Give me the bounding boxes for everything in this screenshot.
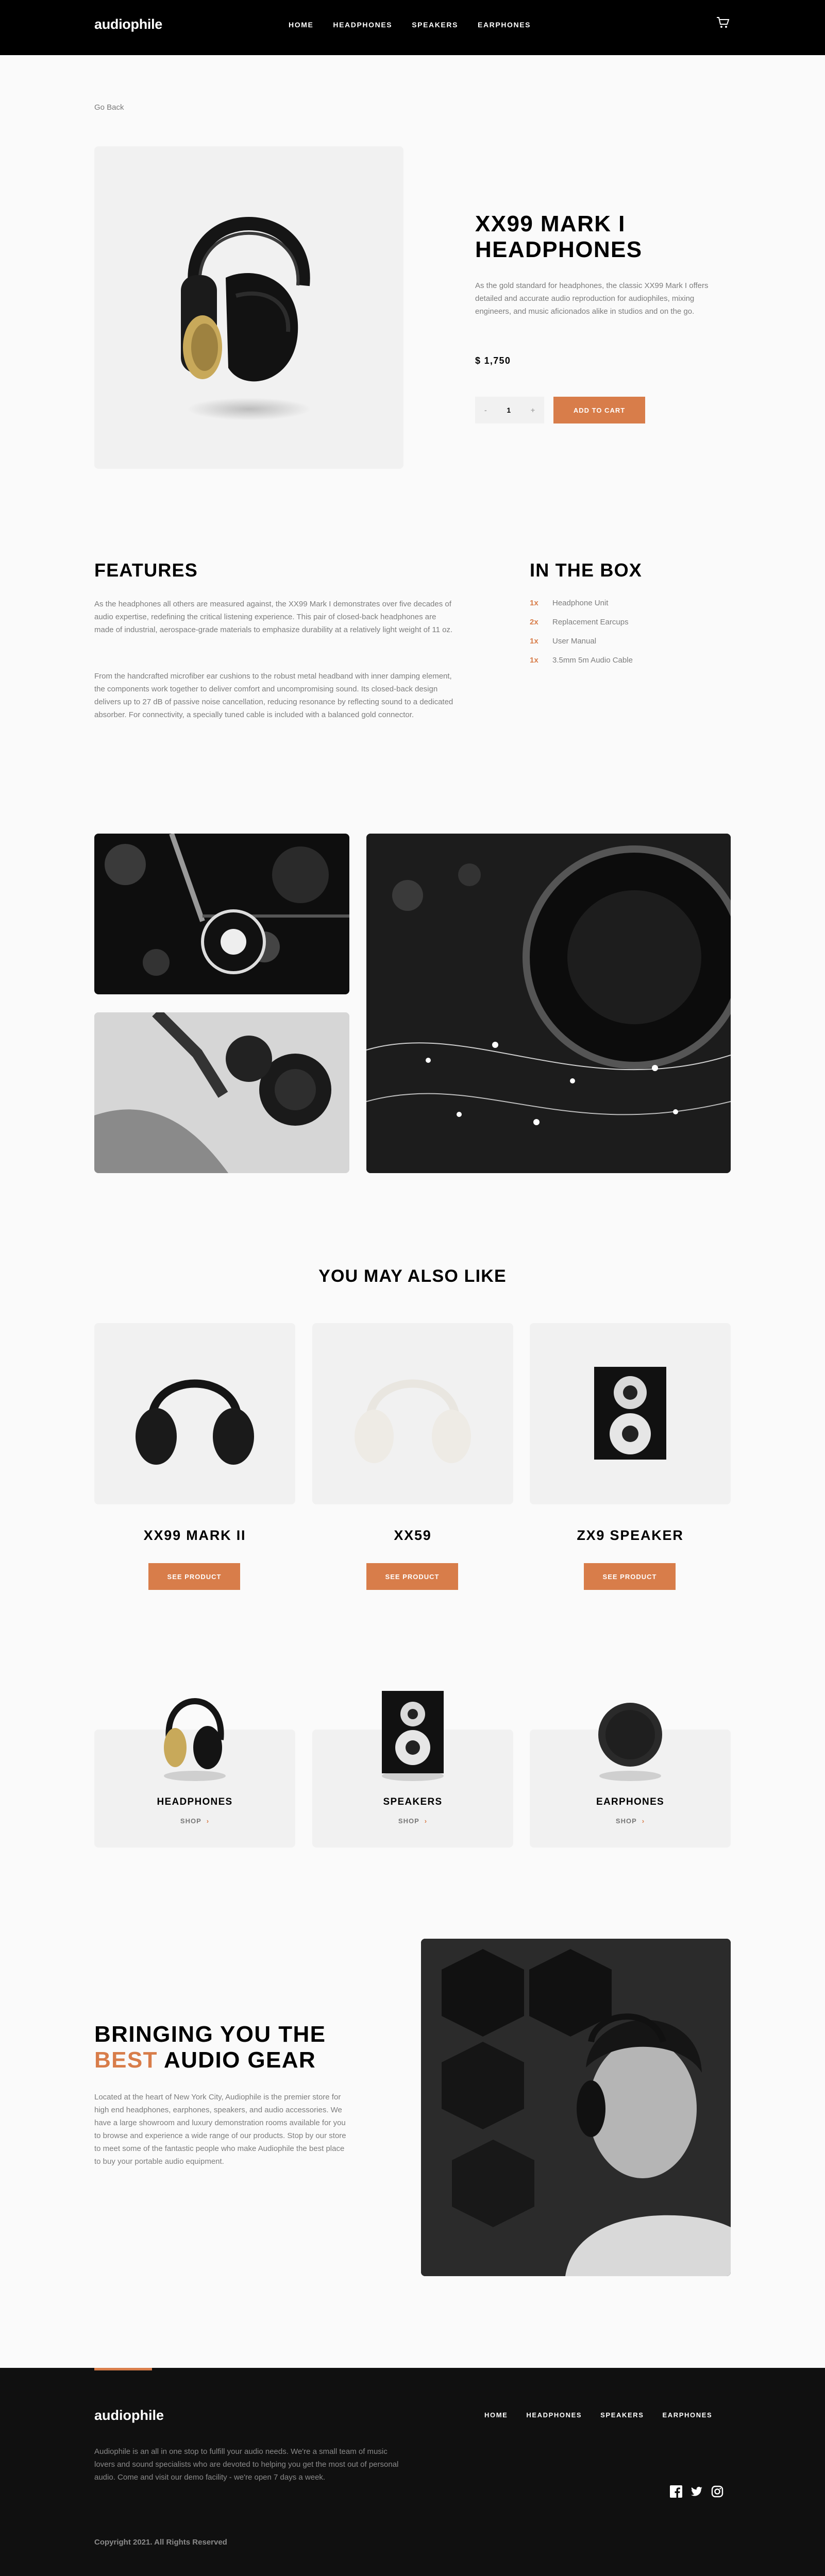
twitter-icon[interactable] — [691, 2485, 703, 2498]
product-image — [94, 146, 403, 469]
box-item-name: Replacement Earcups — [552, 618, 629, 626]
related-product-card: XX99 MARK II SEE PRODUCT — [94, 1323, 295, 1590]
box-item-qty: 1x — [530, 637, 538, 646]
footer-logo[interactable]: audiophile — [94, 2408, 164, 2424]
nav-headphones[interactable]: HEADPHONES — [333, 21, 392, 29]
about-title: BRINGING YOU THE BEST AUDIO GEAR — [94, 2022, 336, 2073]
shop-link[interactable]: SHOP › — [312, 1817, 513, 1825]
gallery-image-2 — [94, 1012, 349, 1173]
related-product-image — [530, 1323, 731, 1504]
related-product-name: XX59 — [394, 1528, 432, 1543]
box-item: 2x Replacement Earcups — [530, 618, 633, 637]
category-name: HEADPHONES — [157, 1797, 233, 1807]
gallery-image-3 — [366, 834, 731, 1173]
headphones-thumbnail — [164, 1698, 226, 1781]
product-title: XX99 MARK I HEADPHONES — [475, 211, 643, 262]
related-product-card: XX59 SEE PRODUCT — [312, 1323, 513, 1590]
about-title-part-2: AUDIO GEAR — [163, 2047, 316, 2073]
box-item: 1x Headphone Unit — [530, 599, 633, 618]
product-price: $ 1,750 — [475, 355, 511, 366]
about-title-part-1: BRINGING YOU THE — [94, 2022, 326, 2047]
site-footer: audiophile HOME HEADPHONES SPEAKERS EARP… — [0, 2368, 825, 2576]
box-item: 1x User Manual — [530, 637, 633, 656]
about-text: Located at the heart of New York City, A… — [94, 2093, 346, 2166]
category-card-earphones[interactable]: EARPHONES SHOP › — [530, 1703, 731, 1848]
shop-link[interactable]: SHOP › — [94, 1817, 295, 1825]
related-product-image — [94, 1323, 295, 1504]
page: audiophile HOME HEADPHONES SPEAKERS EARP… — [0, 0, 825, 2576]
footer-nav: HOME HEADPHONES SPEAKERS EARPHONES — [484, 2411, 712, 2419]
nav-home[interactable]: HOME — [289, 21, 313, 29]
footer-nav-earphones[interactable]: EARPHONES — [662, 2411, 712, 2419]
footer-nav-speakers[interactable]: SPEAKERS — [600, 2411, 644, 2419]
chevron-right-icon: › — [206, 1817, 210, 1825]
decrement-button[interactable]: - — [484, 406, 487, 414]
increment-button[interactable]: + — [531, 406, 535, 414]
go-back-link[interactable]: Go Back — [94, 103, 124, 112]
category-name: SPEAKERS — [383, 1797, 443, 1807]
footer-nav-home[interactable]: HOME — [484, 2411, 508, 2419]
about-image — [421, 1939, 731, 2276]
see-product-button[interactable]: SEE PRODUCT — [584, 1563, 676, 1590]
shop-link[interactable]: SHOP › — [530, 1817, 731, 1825]
about-title-accent: BEST — [94, 2047, 158, 2073]
social-links — [670, 2485, 723, 2498]
related-product-name: XX99 MARK II — [143, 1528, 246, 1543]
box-item-name: 3.5mm 5m Audio Cable — [552, 656, 633, 665]
chevron-right-icon: › — [424, 1817, 428, 1825]
nav-speakers[interactable]: SPEAKERS — [412, 21, 458, 29]
box-item-qty: 1x — [530, 656, 538, 665]
product-description: As the gold standard for headphones, the… — [475, 281, 709, 316]
quantity-value: 1 — [507, 406, 511, 414]
related-product-name: ZX9 SPEAKER — [577, 1528, 684, 1543]
add-to-cart-button[interactable]: ADD TO CART — [553, 397, 645, 423]
speaker-thumbnail — [382, 1691, 444, 1781]
category-card-headphones[interactable]: HEADPHONES SHOP › — [94, 1698, 295, 1848]
box-item-qty: 1x — [530, 599, 538, 607]
quantity-stepper: - 1 + — [475, 397, 544, 423]
chevron-right-icon: › — [642, 1817, 645, 1825]
nav-earphones[interactable]: EARPHONES — [478, 21, 531, 29]
category-card-speakers[interactable]: SPEAKERS SHOP › — [312, 1691, 513, 1848]
box-item-name: User Manual — [552, 637, 597, 646]
features-paragraph-2: From the handcrafted microfiber ear cush… — [94, 672, 453, 719]
footer-nav-headphones[interactable]: HEADPHONES — [526, 2411, 582, 2419]
related-product-image — [312, 1323, 513, 1504]
box-item-name: Headphone Unit — [552, 599, 609, 607]
footer-description: Audiophile is an all in one stop to fulf… — [94, 2447, 399, 2482]
facebook-icon[interactable] — [670, 2485, 682, 2498]
footer-accent-bar — [94, 2368, 152, 2370]
in-the-box-list: 1x Headphone Unit 2x Replacement Earcups 1… — [530, 599, 633, 675]
main-nav: HOME HEADPHONES SPEAKERS EARPHONES — [289, 21, 531, 29]
see-product-button[interactable]: SEE PRODUCT — [148, 1563, 240, 1590]
cart-icon[interactable] — [716, 16, 730, 29]
see-product-button[interactable]: SEE PRODUCT — [366, 1563, 458, 1590]
earphones-thumbnail — [598, 1703, 662, 1781]
site-header: audiophile HOME HEADPHONES SPEAKERS EARP… — [0, 0, 825, 55]
in-the-box-title: IN THE BOX — [530, 560, 643, 581]
box-item-qty: 2x — [530, 618, 538, 626]
category-name: EARPHONES — [596, 1797, 665, 1807]
box-item: 1x 3.5mm 5m Audio Cable — [530, 656, 633, 675]
copyright: Copyright 2021. All Rights Reserved — [94, 2538, 227, 2547]
logo[interactable]: audiophile — [94, 16, 162, 32]
features-paragraph-1: As the headphones all others are measure… — [94, 600, 453, 634]
features-title: FEATURES — [94, 560, 198, 581]
related-product-card: ZX9 SPEAKER SEE PRODUCT — [530, 1323, 731, 1590]
also-like-title: YOU MAY ALSO LIKE — [318, 1266, 507, 1286]
instagram-icon[interactable] — [711, 2485, 723, 2498]
gallery-image-1 — [94, 834, 349, 994]
